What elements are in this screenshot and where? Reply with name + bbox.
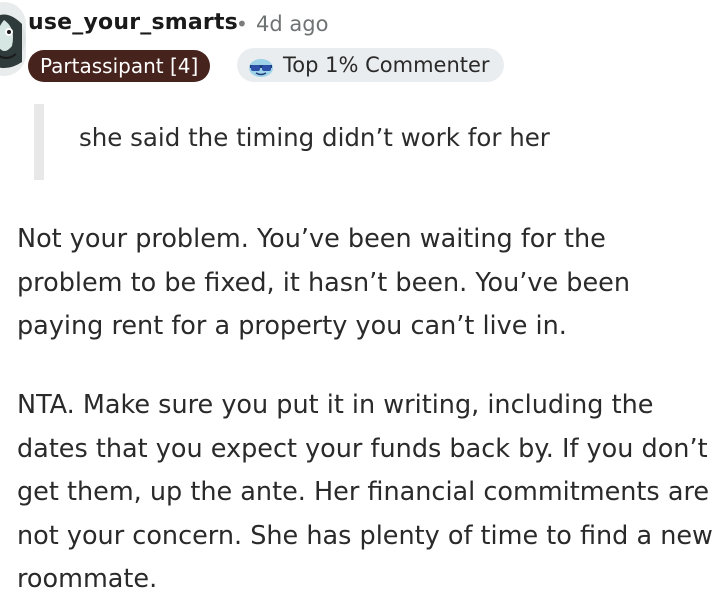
sunglasses-icon: [247, 54, 275, 77]
timestamp[interactable]: 4d ago: [256, 12, 328, 36]
comment-paragraph: Not your problem. You’ve been waiting fo…: [17, 224, 630, 341]
username-link[interactable]: use_your_smarts: [28, 10, 238, 35]
avatar[interactable]: [0, 2, 26, 76]
comment-paragraph: NTA. Make sure you put it in writing, in…: [17, 390, 713, 594]
meta-separator: •: [236, 12, 248, 36]
badge-label: Top 1% Commenter: [283, 53, 490, 77]
top-commenter-badge[interactable]: Top 1% Commenter: [237, 48, 504, 82]
user-flair: Partassipant [4]: [28, 50, 211, 82]
quote-text: she said the timing didn’t work for her: [79, 123, 550, 152]
